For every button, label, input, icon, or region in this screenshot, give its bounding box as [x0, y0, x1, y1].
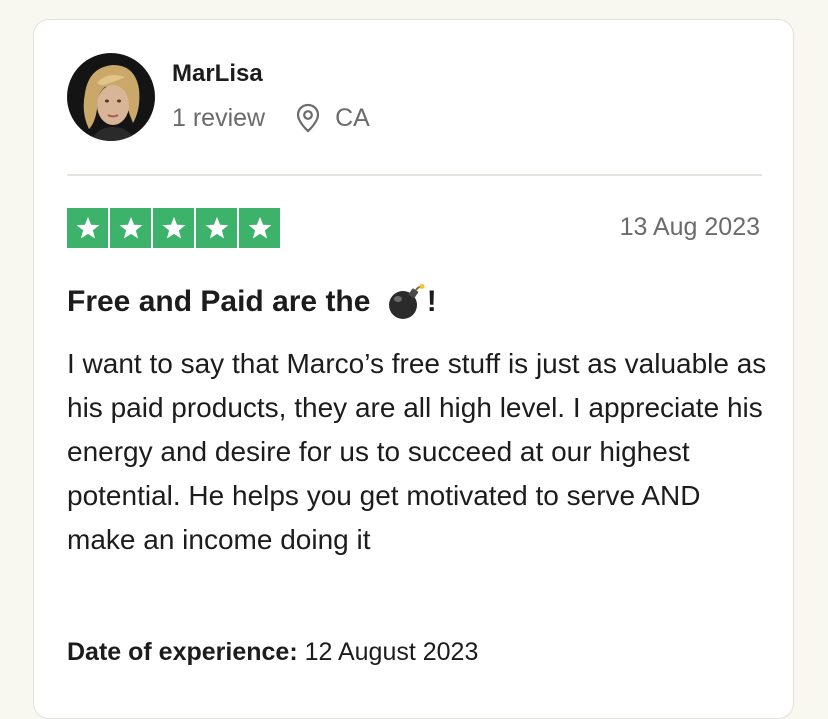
- star-icon: [110, 208, 151, 248]
- date-of-experience: Date of experience: 12 August 2023: [67, 638, 478, 667]
- experience-date: 12 August 2023: [304, 638, 479, 666]
- review-date: 13 Aug 2023: [619, 213, 760, 241]
- star-icon: [153, 208, 194, 248]
- review-title-suffix: !: [426, 285, 437, 318]
- star-icon: [67, 208, 108, 248]
- reviewer-meta: 1 review CA: [172, 103, 370, 133]
- reviewer-location: CA: [335, 103, 370, 132]
- review-card: MarLisa 1 review CA 13 Aug 2023 Free and…: [33, 19, 794, 719]
- divider: [67, 174, 762, 176]
- reviewer-name[interactable]: MarLisa: [172, 60, 263, 88]
- review-title[interactable]: Free and Paid are the !: [67, 283, 437, 321]
- bomb-icon: [385, 283, 425, 321]
- star-icon: [196, 208, 237, 248]
- review-count: 1 review: [172, 103, 266, 132]
- experience-label: Date of experience:: [67, 638, 298, 666]
- review-title-text: Free and Paid are the: [67, 285, 379, 318]
- review-body: I want to say that Marco’s free stuff is…: [67, 348, 767, 555]
- star-rating: [67, 208, 280, 248]
- star-icon: [239, 208, 280, 248]
- location-pin-icon: [295, 103, 321, 133]
- avatar-image: [67, 53, 155, 141]
- avatar[interactable]: [67, 53, 155, 141]
